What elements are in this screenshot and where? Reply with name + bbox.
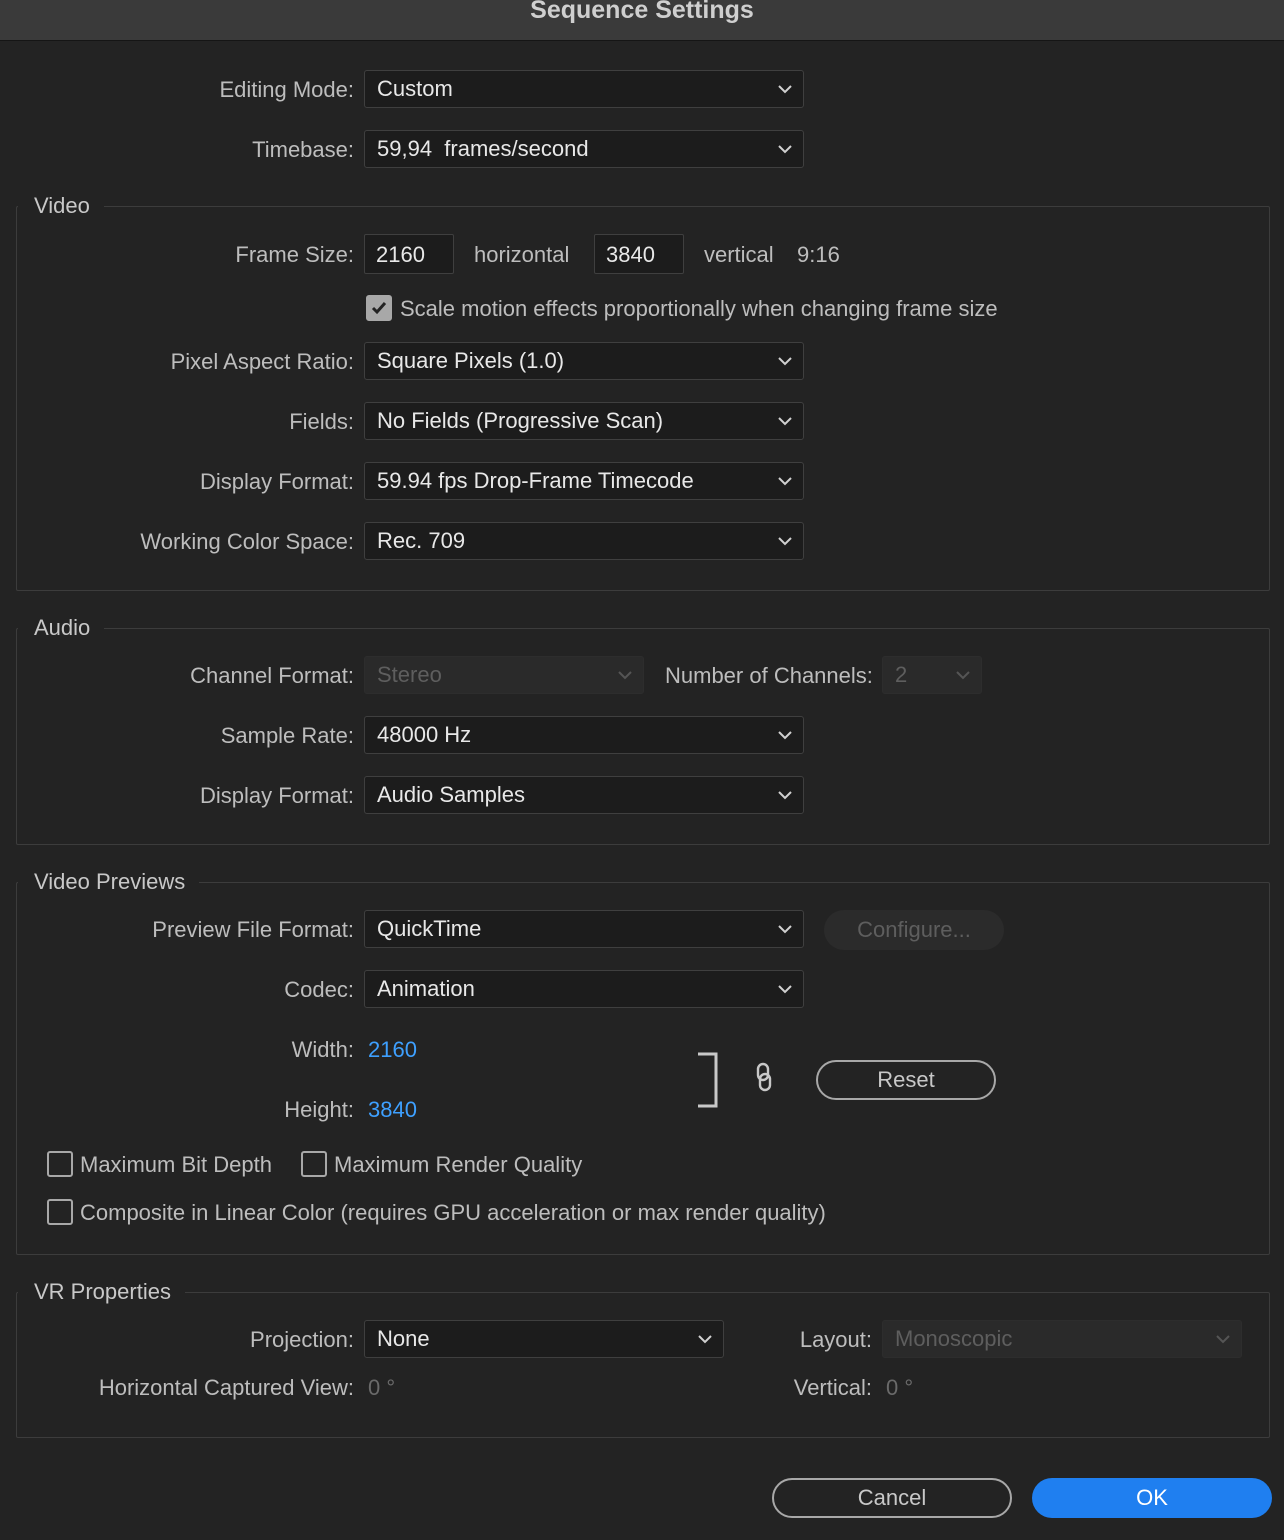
layout-label: Layout: [799,1327,872,1352]
fields-label: Fields: [289,409,354,434]
window-title: Sequence Settings [530,0,754,24]
cancel-button[interactable]: Cancel [772,1478,1012,1518]
vr-properties-group [16,1292,1270,1438]
chevron-down-icon [778,417,792,426]
working-color-space-dropdown[interactable]: Rec. 709 [364,522,804,560]
horizontal-captured-view-value: 0 ° [368,1375,396,1400]
chevron-down-icon [778,791,792,800]
preview-width-value[interactable]: 2160 [368,1036,417,1064]
preview-file-format-value: QuickTime [377,916,482,941]
fields-dropdown[interactable]: No Fields (Progressive Scan) [364,402,804,440]
editing-mode-label: Editing Mode: [219,77,354,102]
title-bar: Sequence Settings [0,0,1284,41]
maximum-bit-depth-label: Maximum Bit Depth [80,1152,272,1177]
channel-format-dropdown[interactable]: Stereo [364,656,644,694]
codec-dropdown[interactable]: Animation [364,970,804,1008]
chain-link-icon[interactable] [752,1062,776,1092]
vertical-view-label: Vertical: [793,1375,872,1400]
timebase-value: 59,94 frames/second [377,136,589,161]
configure-button[interactable]: Configure... [824,910,1004,950]
working-color-space-value: Rec. 709 [377,528,466,553]
channel-format-label: Channel Format: [190,663,354,688]
chevron-down-icon [1216,1335,1230,1344]
chevron-down-icon [778,731,792,740]
codec-label: Codec: [284,977,354,1002]
chevron-down-icon [778,357,792,366]
chevron-down-icon [698,1335,712,1344]
layout-dropdown[interactable]: Monoscopic [882,1320,1242,1358]
chevron-down-icon [778,477,792,486]
checkmark-icon [371,302,387,315]
timebase-label: Timebase: [252,137,354,162]
link-bracket-icon [698,1052,718,1108]
maximum-render-quality-label: Maximum Render Quality [334,1152,583,1177]
composite-linear-checkbox[interactable] [47,1199,73,1225]
audio-display-format-value: Audio Samples [377,782,525,807]
audio-group-title: Audio [18,614,105,642]
frame-width-input[interactable]: 2160 [364,234,454,274]
number-of-channels-value: 2 [895,662,908,687]
scale-motion-label: Scale motion effects proportionally when… [400,296,998,321]
horizontal-label: horizontal [474,242,570,267]
sample-rate-value: 48000 Hz [377,722,472,747]
working-color-space-label: Working Color Space: [140,529,354,554]
fields-value: No Fields (Progressive Scan) [377,408,664,433]
preview-height-label: Height: [284,1097,354,1122]
chevron-down-icon [778,985,792,994]
maximum-bit-depth-checkbox[interactable] [47,1151,73,1177]
chevron-down-icon [618,671,632,680]
ok-button[interactable]: OK [1032,1478,1272,1518]
frame-size-label: Frame Size: [235,242,354,267]
aspect-ratio-text: 9:16 [797,242,840,267]
video-display-format-value: 59.94 fps Drop-Frame Timecode [377,468,694,493]
preview-width-label: Width: [291,1037,354,1062]
projection-label: Projection: [250,1327,354,1352]
vertical-view-value: 0 ° [886,1375,914,1400]
chevron-down-icon [956,671,970,680]
number-of-channels-dropdown[interactable]: 2 [882,656,982,694]
horizontal-captured-view-label: Horizontal Captured View: [98,1375,354,1400]
frame-height-input[interactable]: 3840 [594,234,684,274]
vertical-label: vertical [704,242,774,267]
editing-mode-dropdown[interactable]: Custom [364,70,804,108]
layout-value: Monoscopic [895,1326,1013,1351]
chevron-down-icon [778,925,792,934]
codec-value: Animation [377,976,475,1001]
vr-properties-group-title: VR Properties [18,1278,185,1306]
channel-format-value: Stereo [377,662,442,687]
projection-dropdown[interactable]: None [364,1320,724,1358]
video-previews-group-title: Video Previews [18,868,200,896]
number-of-channels-label: Number of Channels: [665,663,873,688]
chevron-down-icon [778,85,792,94]
pixel-aspect-ratio-dropdown[interactable]: Square Pixels (1.0) [364,342,804,380]
preview-height-value[interactable]: 3840 [368,1096,417,1124]
editing-mode-value: Custom [377,76,453,101]
projection-value: None [377,1326,430,1351]
video-group-title: Video [18,192,104,220]
sample-rate-dropdown[interactable]: 48000 Hz [364,716,804,754]
video-display-format-dropdown[interactable]: 59.94 fps Drop-Frame Timecode [364,462,804,500]
preview-file-format-label: Preview File Format: [152,917,354,942]
maximum-render-quality-checkbox[interactable] [301,1151,327,1177]
sample-rate-label: Sample Rate: [220,723,354,748]
composite-linear-label: Composite in Linear Color (requires GPU … [80,1200,826,1225]
audio-display-format-dropdown[interactable]: Audio Samples [364,776,804,814]
scale-motion-checkbox[interactable] [366,295,392,321]
pixel-aspect-ratio-value: Square Pixels (1.0) [377,348,565,373]
preview-file-format-dropdown[interactable]: QuickTime [364,910,804,948]
pixel-aspect-ratio-label: Pixel Aspect Ratio: [170,349,354,374]
audio-display-format-label: Display Format: [199,783,354,808]
chevron-down-icon [778,537,792,546]
video-display-format-label: Display Format: [199,469,354,494]
chevron-down-icon [778,145,792,154]
timebase-dropdown[interactable]: 59,94 frames/second [364,130,804,168]
reset-button[interactable]: Reset [816,1060,996,1100]
